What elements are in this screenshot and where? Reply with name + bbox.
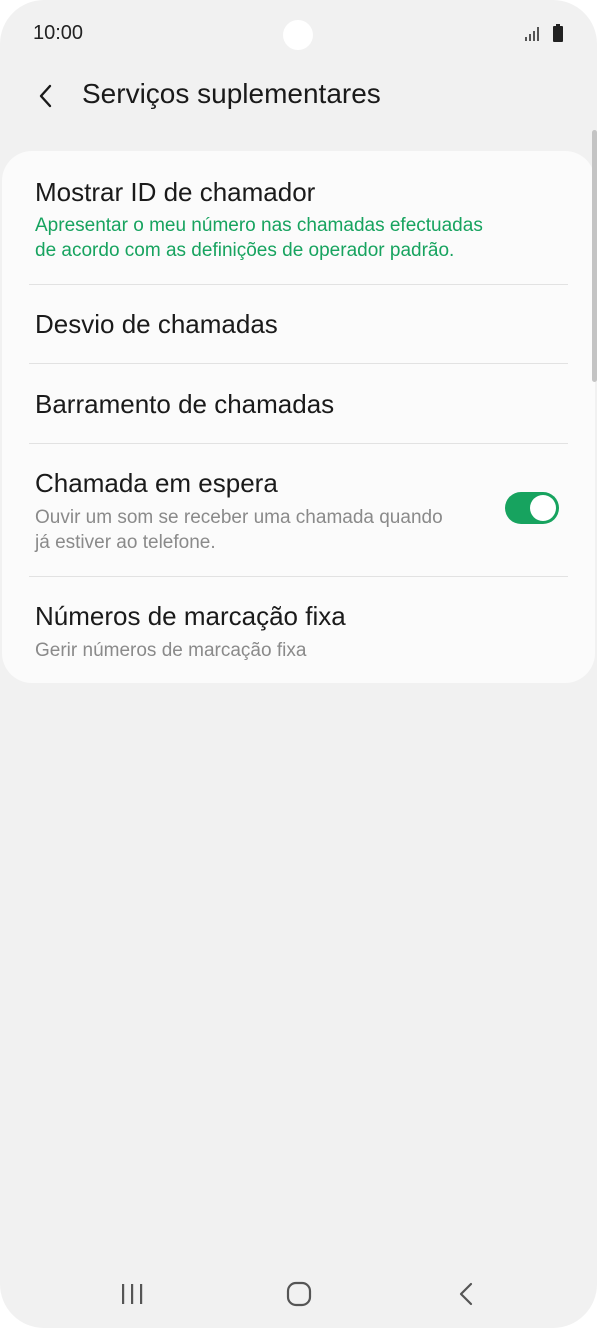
setting-subtitle: Ouvir um som se receber uma chamada quan… bbox=[35, 507, 443, 528]
setting-subtitle: Apresentar o meu número nas chamadas efe… bbox=[35, 215, 483, 236]
home-icon bbox=[286, 1281, 312, 1307]
setting-call-forwarding[interactable]: Desvio de chamadas bbox=[2, 285, 595, 364]
call-waiting-toggle[interactable] bbox=[505, 492, 559, 524]
phone-screen: 10:00 Serviços suplementares Mostrar ID … bbox=[0, 0, 597, 1328]
setting-title: Barramento de chamadas bbox=[35, 389, 335, 419]
signal-icon bbox=[525, 27, 539, 41]
toggle-knob bbox=[530, 495, 556, 521]
home-button[interactable] bbox=[279, 1278, 319, 1310]
navigation-bar bbox=[0, 1262, 597, 1328]
setting-subtitle: já estiver ao telefone. bbox=[35, 532, 216, 553]
back-icon bbox=[459, 1282, 473, 1306]
setting-subtitle: de acordo com as definições de operador … bbox=[35, 240, 455, 261]
setting-title: Números de marcação fixa bbox=[35, 601, 346, 631]
settings-card: Mostrar ID de chamador Apresentar o meu … bbox=[2, 151, 595, 683]
scrollbar[interactable] bbox=[592, 130, 597, 382]
setting-title: Chamada em espera bbox=[35, 468, 278, 498]
chevron-left-icon bbox=[39, 84, 52, 108]
setting-fixed-dialing[interactable]: Números de marcação fixa Gerir números d… bbox=[2, 577, 595, 683]
camera-cutout bbox=[283, 20, 313, 50]
setting-caller-id[interactable]: Mostrar ID de chamador Apresentar o meu … bbox=[2, 151, 595, 284]
recent-apps-button[interactable] bbox=[112, 1278, 152, 1310]
setting-title: Mostrar ID de chamador bbox=[35, 177, 316, 207]
setting-call-barring[interactable]: Barramento de chamadas bbox=[2, 364, 595, 443]
setting-subtitle: Gerir números de marcação fixa bbox=[35, 640, 307, 661]
page-title: Serviços suplementares bbox=[82, 78, 381, 109]
status-bar: 10:00 bbox=[0, 0, 597, 68]
status-time: 10:00 bbox=[33, 22, 84, 44]
battery-icon bbox=[553, 24, 563, 42]
recent-apps-icon bbox=[122, 1284, 143, 1304]
app-header: Serviços suplementares bbox=[0, 68, 597, 124]
setting-title: Desvio de chamadas bbox=[35, 309, 278, 339]
back-button[interactable] bbox=[26, 76, 66, 116]
nav-back-button[interactable] bbox=[446, 1278, 486, 1310]
